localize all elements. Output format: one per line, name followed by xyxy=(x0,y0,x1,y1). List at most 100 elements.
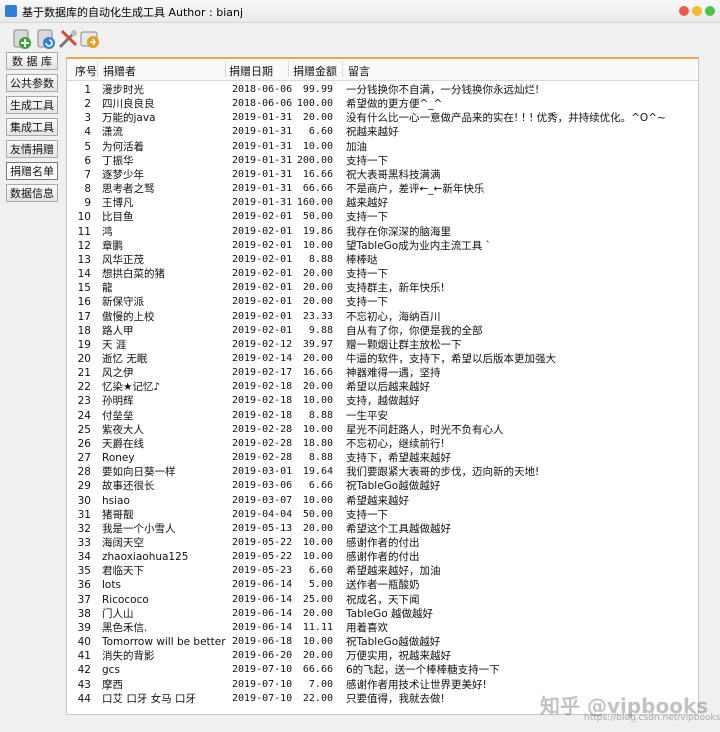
donation-date: 2019-02-18 xyxy=(232,381,292,393)
column-separator[interactable] xyxy=(225,61,226,77)
donation-amount: 11.11 xyxy=(302,621,333,633)
table-row[interactable]: 26 天爵在线 2019-02-28 18.80 不忘初心，继续前行! xyxy=(67,437,698,451)
donor-name: Roney xyxy=(102,452,135,465)
table-row[interactable]: 17 傲慢的上校 2019-02-01 23.33 不忘初心，海纳百川 xyxy=(67,310,698,324)
donation-message: 牛逼的软件，支持下，希望以后版本更加强大 xyxy=(346,352,556,365)
table-row[interactable]: 35 君临天下 2019-05-23 6.60 希望越来越好，加油 xyxy=(67,564,698,578)
sidebar-item-generate-tool[interactable]: 生成工具 xyxy=(6,96,58,114)
table-row[interactable]: 2 四川良良良 2018-06-06 100.00 希望做的更方便^_^ xyxy=(67,97,698,111)
table-row[interactable]: 21 风之伊 2019-02-17 16.66 神器难得一遇，坚持 xyxy=(67,366,698,380)
donor-name: 万能的java xyxy=(102,112,156,125)
table-row[interactable]: 38 门人山 2019-06-14 20.00 TableGo 越做越好 xyxy=(67,607,698,621)
donor-name: 门人山 xyxy=(102,607,134,620)
donation-date: 2019-03-06 xyxy=(232,480,292,492)
table-row[interactable]: 25 紫夜大人 2019-02-28 10.00 星光不问赶路人，时光不负有心人 xyxy=(67,423,698,437)
donation-message: 加油 xyxy=(346,140,367,153)
export-icon[interactable] xyxy=(78,27,102,51)
donation-amount: 20.00 xyxy=(302,296,333,308)
donation-amount: 16.66 xyxy=(302,168,333,180)
row-number: 40 xyxy=(77,636,91,649)
table-row[interactable]: 18 路人甲 2019-02-01 9.88 自从有了你，你便是我的全部 xyxy=(67,324,698,338)
donation-amount: 22.00 xyxy=(302,692,333,704)
table-row[interactable]: 6 丁振华 2019-01-31 200.00 支持一下 xyxy=(67,154,698,168)
add-db-icon[interactable] xyxy=(10,27,34,51)
table-row[interactable]: 9 王博凡 2019-01-31 160.00 越来越好 xyxy=(67,196,698,210)
sidebar-item-integration-tool[interactable]: 集成工具 xyxy=(6,118,58,136)
column-header-no[interactable]: 序号 xyxy=(75,63,97,79)
vertical-scrollbar[interactable] xyxy=(701,57,713,715)
donation-date: 2019-02-01 xyxy=(232,225,292,237)
donation-amount: 8.88 xyxy=(308,253,333,265)
table-row[interactable]: 22 忆染★记忆♪ 2019-02-18 20.00 希望以后越来越好 xyxy=(67,380,698,394)
table-row[interactable]: 31 猪哥靓 2019-04-04 50.00 支持一下 xyxy=(67,508,698,522)
row-number: 35 xyxy=(77,565,91,578)
donation-amount: 100.00 xyxy=(296,98,333,110)
table-row[interactable]: 13 风华正茂 2019-02-01 8.88 棒棒哒 xyxy=(67,253,698,267)
tools-icon[interactable] xyxy=(56,27,80,51)
donation-date: 2019-02-28 xyxy=(232,452,292,464)
table-row[interactable]: 42 gcs 2019-07-10 66.66 6的飞起，送一个棒棒糖支持一下 xyxy=(67,663,698,677)
column-header-donor[interactable]: 捐赠者 xyxy=(103,63,136,79)
maximize-button[interactable] xyxy=(705,6,715,16)
table-row[interactable]: 33 海阔天空 2019-05-22 10.00 感谢作者的付出 xyxy=(67,536,698,550)
donation-date: 2019-02-01 xyxy=(232,296,292,308)
sidebar-item-donor-list[interactable]: 捐赠名单 xyxy=(6,162,58,180)
table-row[interactable]: 20 逝忆 无眠 2019-02-14 20.00 牛逼的软件，支持下，希望以后版本更加… xyxy=(67,352,698,366)
table-row[interactable]: 19 天 涯 2019-02-12 39.97 赠一颗烟让群主放松一下 xyxy=(67,338,698,352)
minimize-button[interactable] xyxy=(692,6,702,16)
table-row[interactable]: 23 孙明辉 2019-02-18 10.00 支持，越做越好 xyxy=(67,394,698,408)
donation-message: 希望越来越好 xyxy=(346,494,409,507)
sidebar-item-database[interactable]: 数 据 库 xyxy=(6,52,58,70)
table-row[interactable]: 12 章鹏 2019-02-01 10.00 望TableGo成为业内主流工具 ` xyxy=(67,239,698,253)
table-row[interactable]: 30 hsiao 2019-03-07 10.00 希望越来越好 xyxy=(67,494,698,508)
table-row[interactable]: 27 Roney 2019-02-28 8.88 支持下，希望越来越好 xyxy=(67,451,698,465)
table-row[interactable]: 39 黑色禾信. 2019-06-14 11.11 用着喜欢 xyxy=(67,621,698,635)
donation-date: 2019-02-01 xyxy=(232,239,292,251)
row-number: 14 xyxy=(77,268,91,281)
table-row[interactable]: 14 想拱白菜的猪 2019-02-01 20.00 支持一下 xyxy=(67,267,698,281)
donation-amount: 10.00 xyxy=(302,140,333,152)
donation-message: 祝TableGo越做越好 xyxy=(346,480,441,493)
table-row[interactable]: 11 鸿 2019-02-01 19.86 我存在你深深的脑海里 xyxy=(67,225,698,239)
column-separator[interactable] xyxy=(97,61,98,77)
table-header: 序号 捐赠者 捐赠日期 捐赠金额 留言 xyxy=(67,59,698,81)
row-number: 15 xyxy=(77,282,91,295)
donation-message: 望TableGo成为业内主流工具 ` xyxy=(346,239,491,252)
table-row[interactable]: 5 为何活着 2019-01-31 10.00 加油 xyxy=(67,140,698,154)
table-row[interactable]: 41 消失的背影 2019-06-20 20.00 万便实用，祝越来越好 xyxy=(67,649,698,663)
donation-amount: 20.00 xyxy=(302,268,333,280)
column-header-amount[interactable]: 捐赠金额 xyxy=(293,63,337,79)
row-number: 18 xyxy=(77,324,91,337)
donor-name: 风华正茂 xyxy=(102,253,144,266)
sidebar-item-donate[interactable]: 友情捐赠 xyxy=(6,140,58,158)
table-row[interactable]: 1 漫步时光 2018-06-06 99.99 一分钱换你不自满，一分钱换你永远灿烂! xyxy=(67,83,698,97)
table-row[interactable]: 10 比目鱼 2019-02-01 50.00 支持一下 xyxy=(67,210,698,224)
table-row[interactable]: 7 逐梦少年 2019-01-31 16.66 祝大表哥黑科技满满 xyxy=(67,168,698,182)
table-row[interactable]: 29 故事还很长 2019-03-06 6.66 祝TableGo越做越好 xyxy=(67,479,698,493)
donation-message: 感谢作者的付出 xyxy=(346,551,420,564)
table-row[interactable]: 15 龍 2019-02-01 20.00 支持群主，新年快乐! xyxy=(67,281,698,295)
table-row[interactable]: 8 思考者之驽 2019-01-31 66.66 不是商户，差评←_←新年快乐 xyxy=(67,182,698,196)
donor-name: 孙明辉 xyxy=(102,395,134,408)
table-row[interactable]: 36 lots 2019-06-14 5.00 送作者一瓶酸奶 xyxy=(67,578,698,592)
table-row[interactable]: 4 潇流 2019-01-31 6.60 祝越来越好 xyxy=(67,125,698,139)
table-row[interactable]: 3 万能的java 2019-01-31 20.00 没有什么比一心一意做产品来的实在!… xyxy=(67,111,698,125)
table-row[interactable]: 24 付垒垒 2019-02-18 8.88 一生平安 xyxy=(67,409,698,423)
column-separator[interactable] xyxy=(288,61,289,77)
title-bar: 基于数据库的自动化生成工具 Author : bianj xyxy=(0,0,720,23)
refresh-db-icon[interactable] xyxy=(34,27,58,51)
column-header-date[interactable]: 捐赠日期 xyxy=(229,63,273,79)
sidebar-item-common-params[interactable]: 公共参数 xyxy=(6,74,58,92)
table-row[interactable]: 28 要如向日葵一样 2019-03-01 19.64 我们要跟紧大表哥的步伐，迈向新的… xyxy=(67,465,698,479)
table-row[interactable]: 32 我是一个小雪人 2019-05-13 20.00 希望这个工具越做越好 xyxy=(67,522,698,536)
column-separator[interactable] xyxy=(342,61,343,77)
sidebar-item-data-info[interactable]: 数据信息 xyxy=(6,184,58,202)
table-row[interactable]: 37 Ricococo 2019-06-14 25.00 祝成名，天下闻 xyxy=(67,593,698,607)
column-header-message[interactable]: 留言 xyxy=(348,63,370,79)
table-row[interactable]: 16 新保守派 2019-02-01 20.00 支持一下 xyxy=(67,295,698,309)
table-row[interactable]: 40 Tomorrow will be better 2019-06-18 10.00… xyxy=(67,635,698,649)
donation-date: 2019-01-31 xyxy=(232,183,292,195)
donor-name: 要如向日葵一样 xyxy=(102,466,176,479)
table-row[interactable]: 34 zhaoxiaohua125 2019-05-22 10.00 感谢作者的付出 xyxy=(67,550,698,564)
close-button[interactable] xyxy=(679,6,689,16)
